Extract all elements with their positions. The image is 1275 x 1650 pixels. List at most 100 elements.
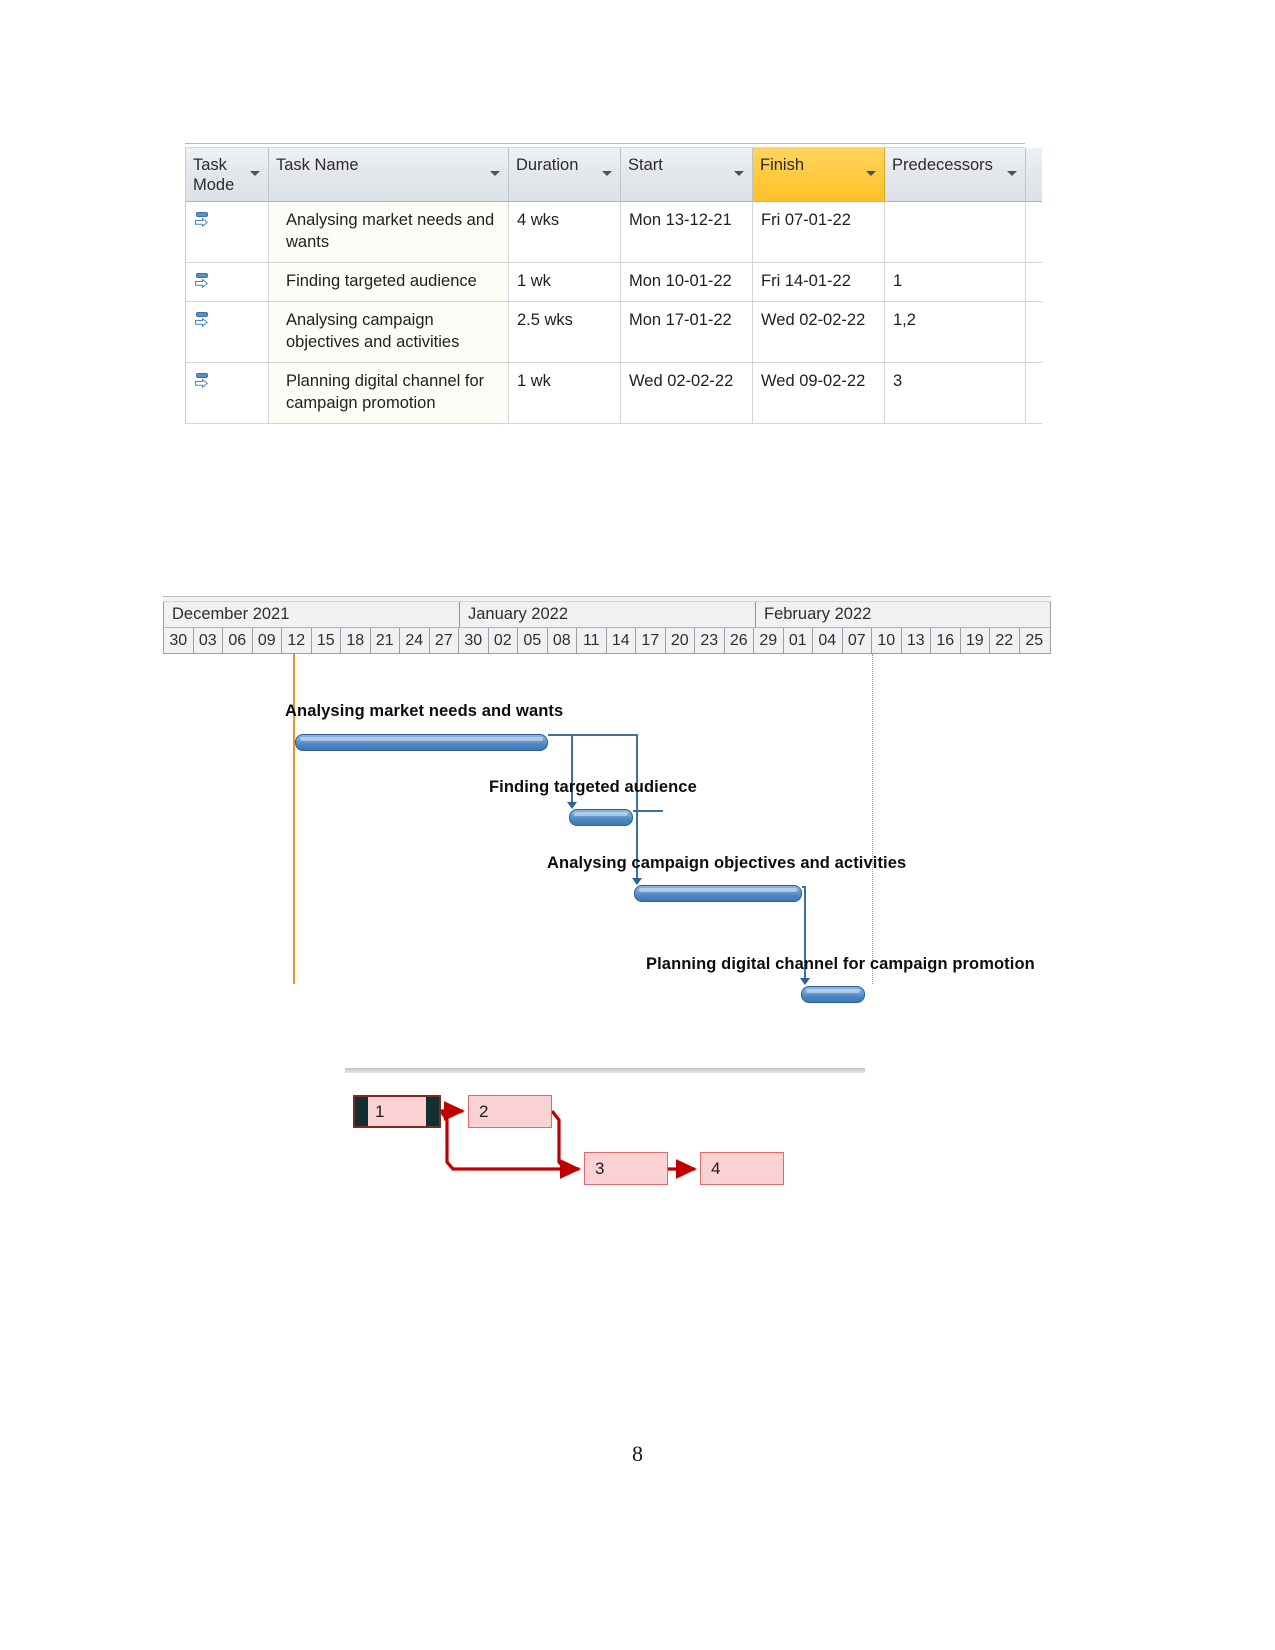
network-diagram: 1 2 3 4: [345, 1068, 875, 1198]
gantt-day-cell: 07: [843, 628, 872, 653]
column-header-label: Task Mode: [193, 156, 235, 195]
gantt-day-cell: 02: [489, 628, 518, 653]
cell-finish[interactable]: Wed 09-02-22: [753, 362, 885, 424]
cell-finish[interactable]: Fri 14-01-22: [753, 263, 885, 303]
cell-duration[interactable]: 4 wks: [509, 202, 621, 264]
network-node-label: 3: [595, 1159, 605, 1178]
cell-overflow: [1026, 362, 1042, 424]
cell-duration[interactable]: 1 wk: [509, 263, 621, 303]
column-header-task-mode[interactable]: Task Mode: [186, 148, 269, 203]
gantt-day-header: 30 03 06 09 12 15 18 21 24 27 30 02 05 0…: [163, 628, 1051, 654]
gantt-month-header: December 2021 January 2022 February 2022: [163, 602, 1051, 628]
gantt-link-arrow-icon: [632, 878, 642, 885]
task-table: Task Mode Task Name Duration Start Finis…: [185, 143, 1042, 424]
auto-schedule-icon: [194, 273, 211, 289]
gantt-bar-label: Planning digital channel for campaign pr…: [646, 955, 1035, 973]
table-row[interactable]: [186, 202, 269, 264]
column-header-start[interactable]: Start: [621, 148, 753, 203]
column-header-overflow[interactable]: [1026, 148, 1042, 203]
gantt-day-cell: 10: [872, 628, 902, 653]
gantt-month-cell: December 2021: [164, 602, 460, 627]
gantt-day-cell: 16: [931, 628, 961, 653]
cell-start[interactable]: Mon 10-01-22: [621, 263, 753, 303]
table-row[interactable]: [186, 362, 269, 424]
gantt-day-cell: 05: [518, 628, 548, 653]
edge-2-to-3: [550, 1110, 581, 1179]
column-header-label: Duration: [516, 156, 579, 174]
chevron-down-icon[interactable]: [734, 171, 744, 176]
column-header-task-name[interactable]: Task Name: [269, 148, 509, 203]
critical-cap-right-icon: [426, 1097, 439, 1126]
arrow-right-outline-icon: [195, 318, 208, 328]
network-node-2[interactable]: 2: [468, 1095, 552, 1128]
column-header-predecessors[interactable]: Predecessors: [885, 148, 1026, 203]
chevron-down-icon[interactable]: [250, 171, 260, 176]
network-node-3[interactable]: 3: [584, 1152, 668, 1185]
arrow-right-outline-icon: [195, 218, 208, 228]
cell-task-name[interactable]: Planning digital channel for campaign pr…: [269, 362, 509, 424]
network-node-label: 2: [479, 1102, 489, 1121]
table-row[interactable]: [186, 263, 269, 303]
network-node-label: 4: [711, 1159, 721, 1178]
cell-overflow: [1026, 302, 1042, 363]
gantt-day-cell: 11: [577, 628, 607, 653]
gantt-day-cell: 17: [636, 628, 666, 653]
cell-task-name[interactable]: Analysing market needs and wants: [269, 202, 509, 264]
cell-start[interactable]: Wed 02-02-22: [621, 362, 753, 424]
gantt-link-arrow-icon: [567, 802, 577, 809]
cell-predecessors[interactable]: 1: [885, 263, 1026, 303]
gantt-day-cell: 15: [312, 628, 341, 653]
network-node-1[interactable]: 1: [353, 1095, 441, 1128]
critical-cap-left-icon: [355, 1097, 368, 1126]
page-number: 8: [632, 1441, 643, 1466]
column-header-duration[interactable]: Duration: [509, 148, 621, 203]
cell-task-name[interactable]: Analysing campaign objectives and activi…: [269, 302, 509, 363]
chevron-down-icon[interactable]: [866, 171, 876, 176]
gantt-bar[interactable]: [801, 986, 865, 1003]
gantt-bar-label: Finding targeted audience: [489, 778, 697, 796]
column-header-finish[interactable]: Finish: [753, 148, 885, 203]
cell-finish[interactable]: Fri 07-01-22: [753, 202, 885, 264]
gantt-day-cell: 12: [282, 628, 312, 653]
gantt-link: [636, 734, 638, 810]
gantt-day-cell: 22: [990, 628, 1020, 653]
network-node-4[interactable]: 4: [700, 1152, 784, 1185]
task-table-grid: Task Mode Task Name Duration Start Finis…: [185, 148, 1042, 424]
chevron-down-icon[interactable]: [490, 171, 500, 176]
cell-task-name[interactable]: Finding targeted audience: [269, 263, 509, 303]
cell-start[interactable]: Mon 13-12-21: [621, 202, 753, 264]
chevron-down-icon[interactable]: [602, 171, 612, 176]
auto-schedule-icon: [194, 212, 211, 228]
gantt-day-cell: 03: [194, 628, 223, 653]
network-node-label: 1: [375, 1102, 385, 1121]
chevron-down-icon[interactable]: [1007, 171, 1017, 176]
column-header-label: Start: [628, 156, 663, 174]
cell-predecessors[interactable]: [885, 202, 1026, 264]
gantt-day-cell: 24: [400, 628, 430, 653]
cell-duration[interactable]: 1 wk: [509, 362, 621, 424]
cell-predecessors[interactable]: 1,2: [885, 302, 1026, 363]
auto-schedule-icon: [194, 312, 211, 328]
gantt-day-cell: 04: [813, 628, 843, 653]
gantt-bar[interactable]: [295, 734, 548, 751]
auto-schedule-icon: [194, 372, 211, 389]
cell-overflow: [1026, 263, 1042, 303]
gantt-bar-label: Analysing market needs and wants: [285, 702, 564, 720]
gantt-status-line: [872, 654, 873, 984]
gantt-day-cell: 30: [164, 628, 194, 653]
gantt-day-cell: 01: [784, 628, 813, 653]
cell-finish[interactable]: Wed 02-02-22: [753, 302, 885, 363]
cell-start[interactable]: Mon 17-01-22: [621, 302, 753, 363]
gantt-month-cell: February 2022: [764, 605, 872, 623]
gantt-day-cell: 19: [961, 628, 990, 653]
gantt-bar[interactable]: [634, 885, 802, 902]
gantt-day-cell: 30: [459, 628, 489, 653]
gantt-canvas: Analysing market needs and wants Finding…: [163, 654, 1051, 1003]
gantt-link: [633, 810, 663, 812]
cell-duration[interactable]: 2.5 wks: [509, 302, 621, 363]
gantt-bar[interactable]: [569, 809, 633, 826]
gantt-link-arrow-icon: [800, 978, 810, 985]
cell-predecessors[interactable]: 3: [885, 362, 1026, 424]
gantt-day-cell: 14: [607, 628, 636, 653]
table-row[interactable]: [186, 302, 269, 363]
